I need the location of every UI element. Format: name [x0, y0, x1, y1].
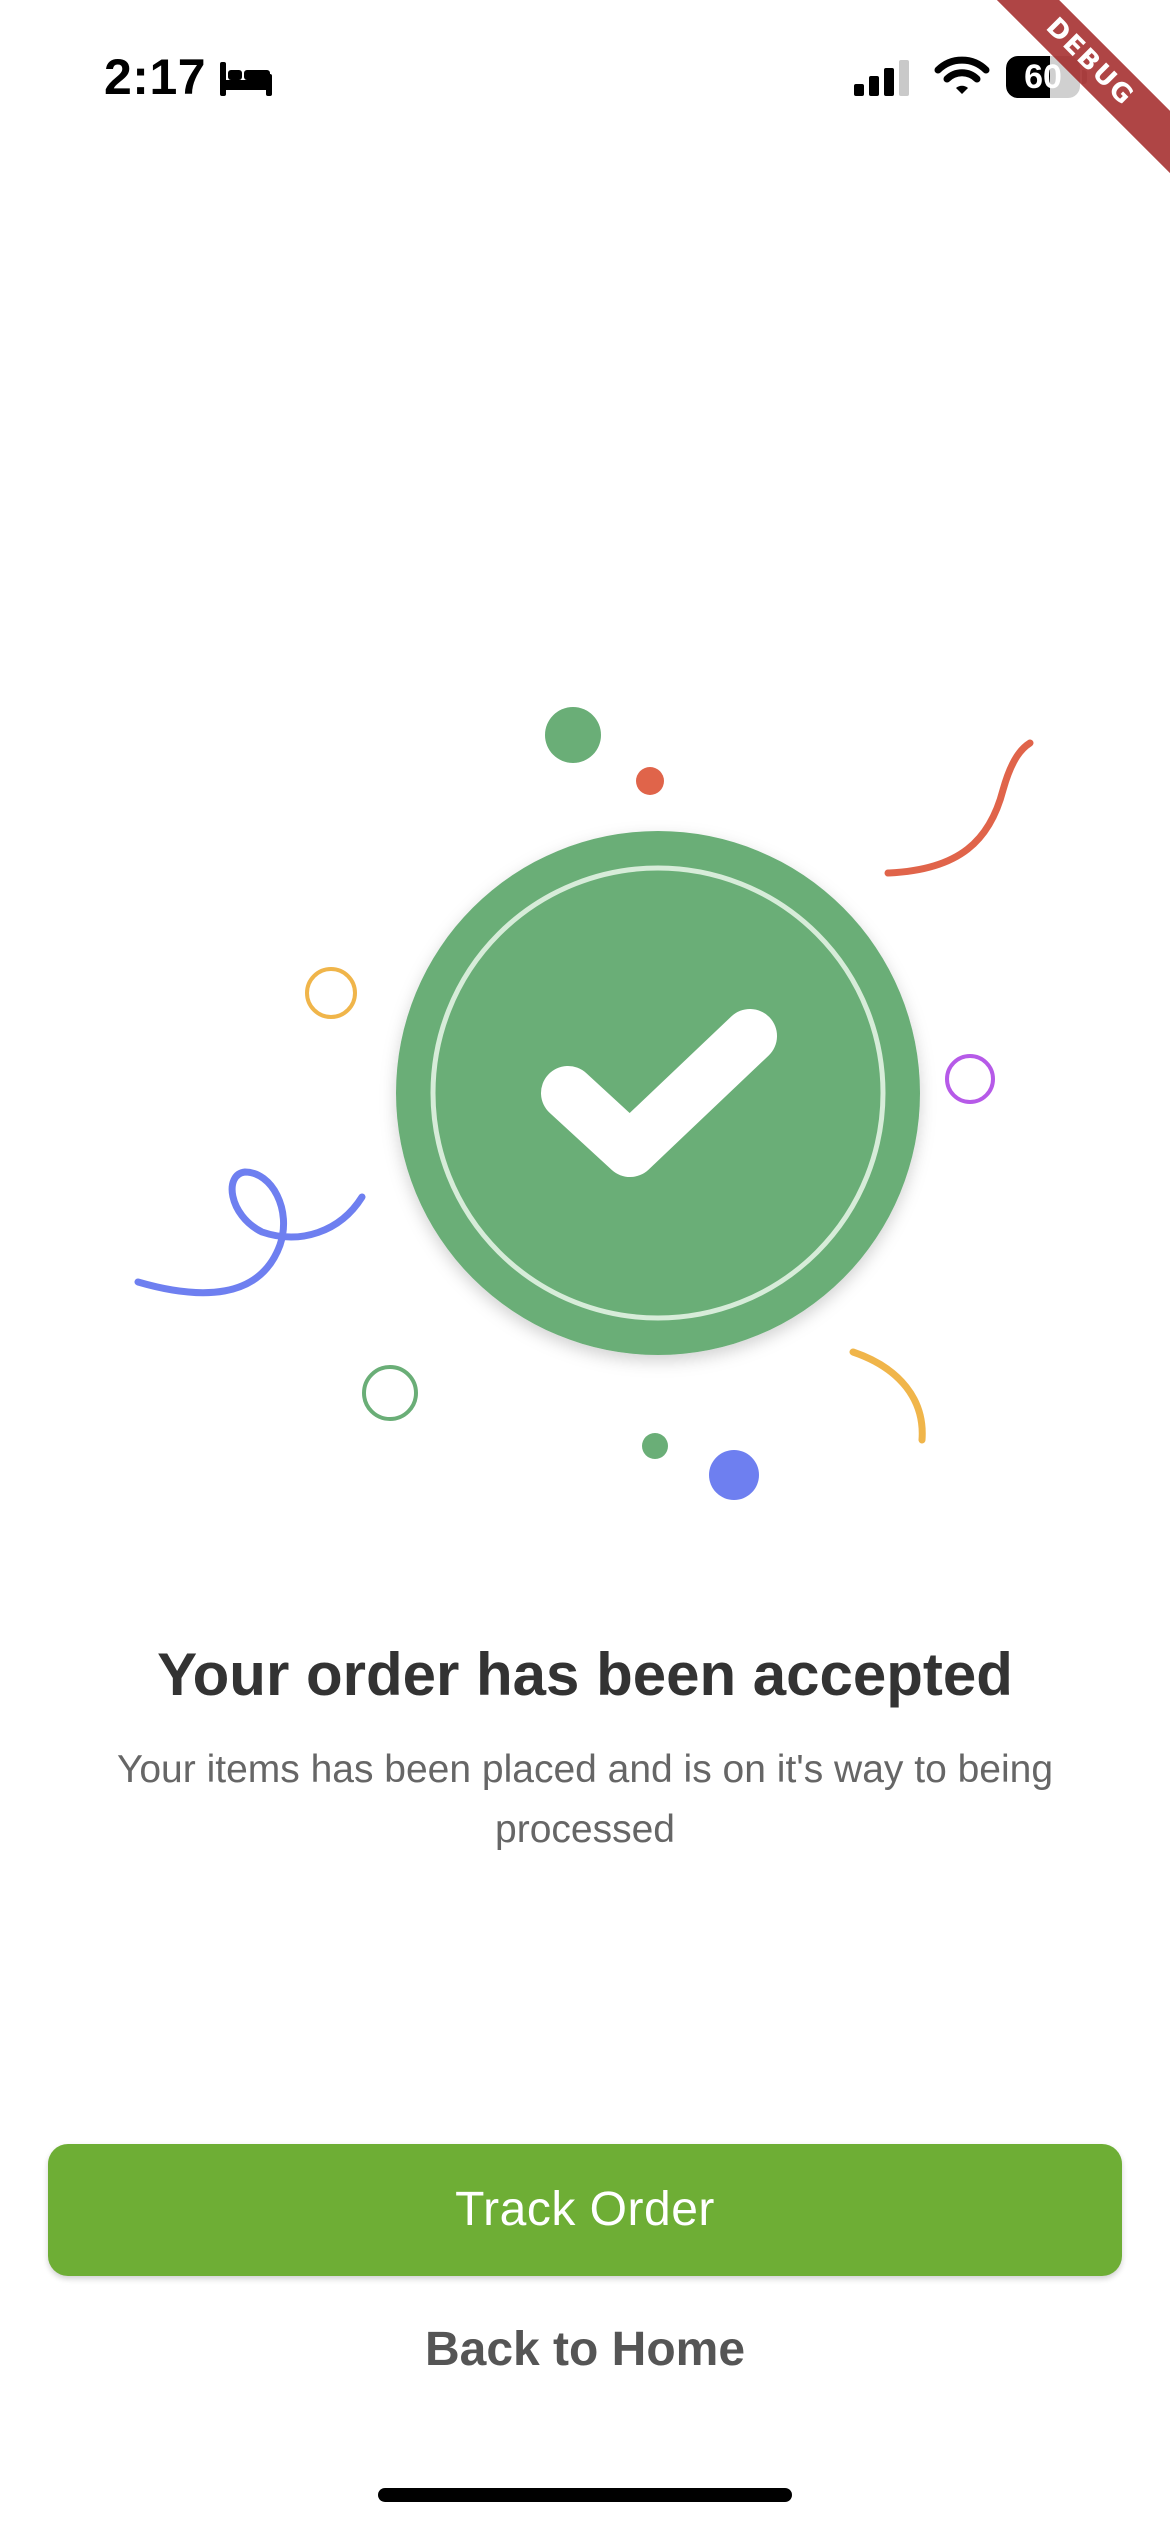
status-time: 2:17 — [104, 49, 207, 105]
status-bar: 2:17 60 — [0, 0, 1170, 150]
confetti-ring-purple — [945, 1054, 995, 1104]
confetti-arc-orange — [849, 1348, 926, 1444]
confirmation-subtitle: Your items has been placed and is on it'… — [116, 1748, 1054, 1851]
confetti-dot-green-small — [642, 1433, 668, 1459]
confetti-ring-orange — [305, 967, 357, 1019]
confetti-dot-green-large — [545, 707, 601, 763]
confetti-squiggle-red — [884, 739, 1034, 877]
confirmation-title: Your order has been accepted — [157, 1641, 1013, 1708]
cellular-signal-icon — [854, 60, 909, 96]
home-indicator[interactable] — [378, 2488, 792, 2502]
confetti-dot-blue — [709, 1450, 759, 1500]
confetti-dot-red — [636, 767, 664, 795]
success-illustration — [134, 707, 1034, 1500]
wifi-icon — [934, 56, 990, 94]
track-order-button[interactable]: Track Order — [48, 2144, 1122, 2276]
confetti-squiggle-blue — [134, 1168, 366, 1297]
bed-icon — [220, 62, 272, 96]
confetti-ring-green — [362, 1365, 418, 1421]
back-to-home-button[interactable]: Back to Home — [385, 2310, 785, 2390]
